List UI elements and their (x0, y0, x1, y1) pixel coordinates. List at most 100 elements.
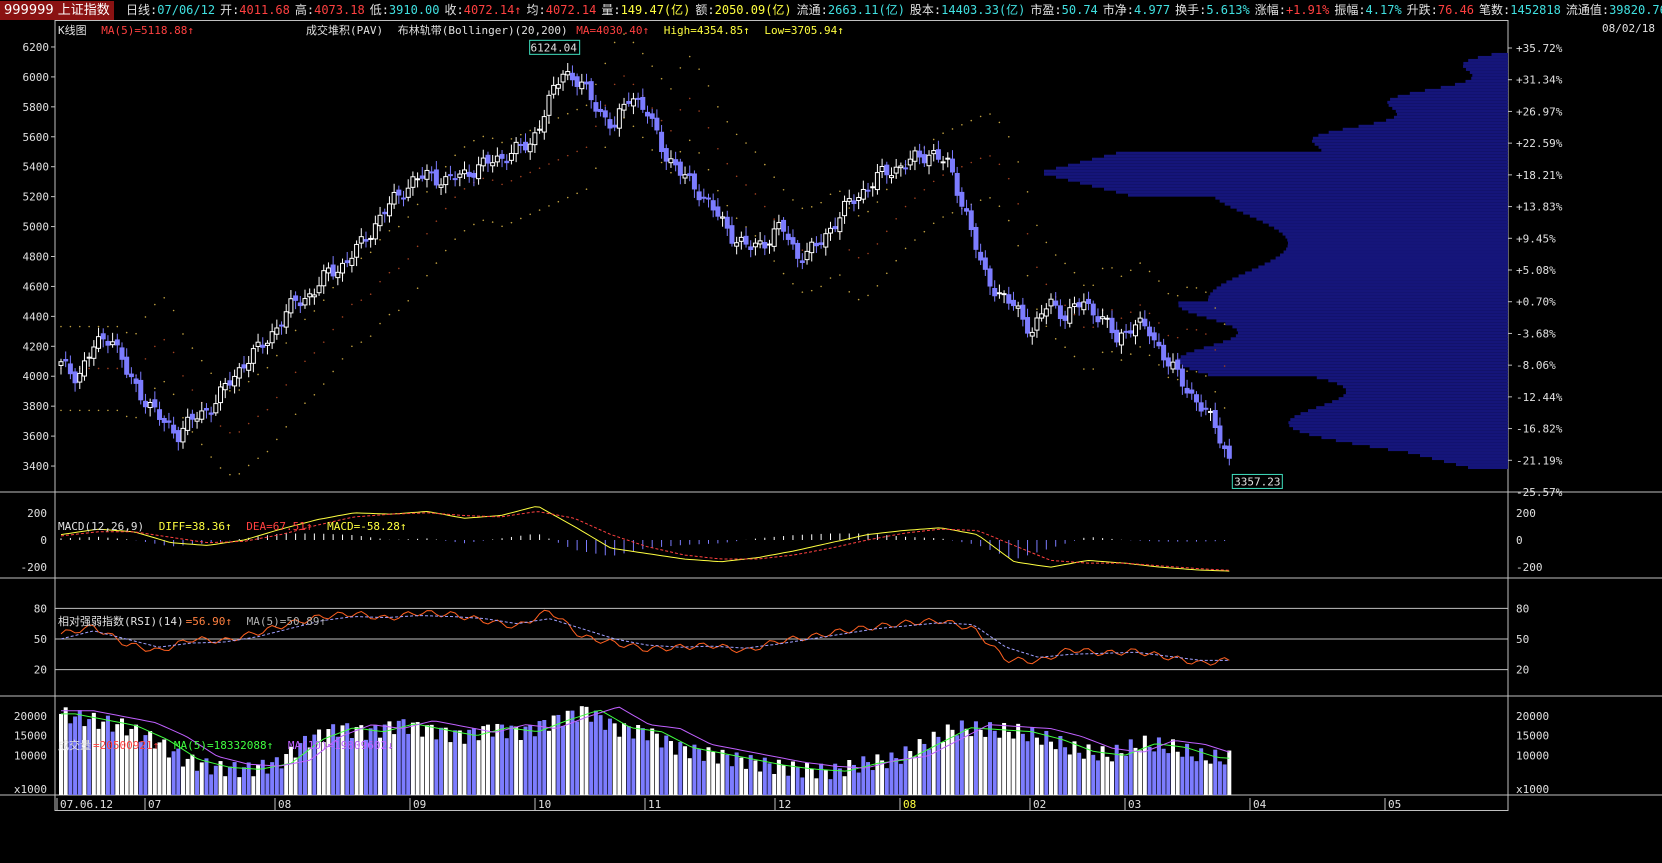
boll-mid (520, 175, 522, 178)
volume-bar (439, 727, 444, 795)
candle-body (809, 241, 815, 254)
candle-body (1071, 303, 1077, 307)
pav-bar (1198, 370, 1508, 374)
candle-body (255, 341, 261, 347)
volume-bar (1081, 758, 1086, 795)
quote-item-value: 39820.76(亿) (1609, 3, 1662, 17)
boll-upper (135, 332, 137, 335)
candle-body (823, 233, 829, 248)
candle-body (199, 410, 205, 420)
pav-bar (1116, 190, 1508, 194)
vol-tick-label: 20000 (14, 710, 47, 723)
boll-upper (726, 121, 729, 123)
candle-body (1132, 324, 1138, 337)
boll-mid (735, 175, 738, 178)
quote-item: 涨幅:+1.91% (1255, 0, 1330, 20)
boll-upper (510, 138, 513, 140)
volume-bar (528, 725, 533, 795)
stock-code[interactable]: 999999 上证指数 (0, 1, 114, 20)
pct-tick-label: -25.57% (1516, 486, 1563, 499)
candle-body (485, 154, 491, 164)
pav-bar (1056, 175, 1508, 179)
boll-lower (1223, 407, 1226, 409)
boll-upper (1026, 191, 1029, 193)
pct-tick-label: -12.44% (1516, 391, 1563, 404)
volume-bar (828, 779, 833, 795)
quote-item: 量:149.47(亿) (601, 0, 690, 20)
candle-body (175, 430, 181, 443)
volume-bar (523, 726, 528, 795)
boll-mid (154, 345, 156, 348)
boll-mid (491, 179, 494, 181)
volume-bar (819, 763, 824, 795)
pct-tick-label: +13.83% (1516, 201, 1563, 214)
volume-bar (68, 723, 73, 795)
volume-bar (589, 721, 594, 795)
quote-item: 流通:2663.11(亿) (797, 0, 905, 20)
pav-bar (1397, 94, 1508, 98)
boll-upper (116, 325, 119, 328)
boll-lower (1129, 353, 1132, 355)
candle-body (466, 171, 472, 177)
volume-bar (758, 771, 763, 795)
boll-mid (773, 218, 775, 220)
boll-lower (313, 393, 316, 396)
boll-upper (801, 207, 804, 210)
candle-body (67, 363, 73, 375)
volume-bar (950, 729, 955, 795)
volume-bar (1128, 739, 1133, 795)
pav-bar (1208, 295, 1508, 299)
quote-item-label: 收: (444, 3, 464, 17)
boll-mid (182, 375, 184, 377)
volume-bar (894, 758, 899, 795)
candle-body (293, 295, 299, 301)
volume-bar (382, 724, 387, 795)
candle-body (382, 211, 388, 215)
boll-lower (210, 456, 212, 458)
boll-upper (857, 214, 860, 217)
pav-bar (1432, 457, 1508, 461)
boll-mid (961, 165, 963, 168)
volume-bar (584, 706, 589, 795)
boll-upper (60, 325, 62, 328)
boll-upper (398, 225, 400, 228)
boll-mid (501, 183, 503, 186)
candle-body (879, 166, 885, 172)
volume-bar (1100, 746, 1105, 795)
kline-ma: MA(5)=5118.88↑ (101, 24, 194, 37)
candle-body (790, 237, 796, 245)
pav-bar (1256, 217, 1508, 221)
volume-bar (772, 773, 777, 795)
volume-bar (715, 763, 720, 795)
volume-bar (485, 724, 490, 795)
candle-body (917, 150, 923, 158)
boll-lower (491, 221, 494, 223)
candle-body (663, 148, 669, 162)
boll-lower (1167, 376, 1170, 379)
boll-upper (989, 113, 991, 115)
boll-lower (1045, 325, 1048, 328)
pav-bar (1396, 112, 1508, 116)
candle-body (593, 102, 599, 112)
boll-upper (313, 310, 316, 312)
quote-item-value: 149.47(亿) (620, 3, 691, 17)
candle-body (874, 172, 880, 191)
boll-lower (360, 341, 363, 343)
candle-body (1025, 317, 1031, 334)
candle-body (785, 233, 791, 240)
volume-bar (636, 724, 641, 795)
volume-bar (1185, 743, 1190, 795)
boll-upper (322, 299, 325, 302)
boll-upper (1186, 286, 1188, 289)
candle-body (372, 223, 378, 240)
candle-body (626, 100, 632, 104)
candle-body (96, 336, 102, 349)
candle-body (935, 149, 941, 160)
pav-bar (1212, 289, 1508, 293)
boll-mid (1026, 232, 1029, 235)
pav-bar (1196, 313, 1508, 317)
macd-tick-label: 0 (40, 534, 47, 547)
candle-body (659, 131, 665, 153)
boll-mid (482, 177, 485, 180)
boll-upper (304, 318, 306, 321)
